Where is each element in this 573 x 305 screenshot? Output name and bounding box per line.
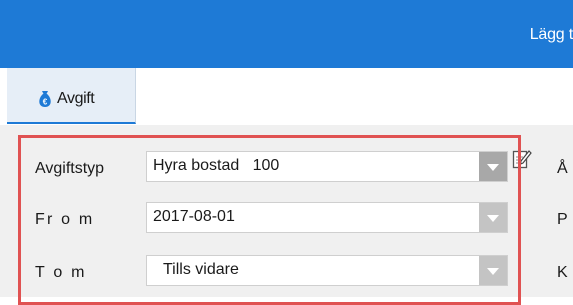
tab-label: Avgift bbox=[57, 90, 95, 107]
money-bag-icon: € bbox=[39, 91, 51, 107]
tab-strip: € Avgift bbox=[0, 68, 573, 125]
side-label-a: Å bbox=[557, 160, 568, 177]
highlight-box bbox=[18, 135, 521, 305]
title-bar: Lägg t bbox=[0, 0, 573, 68]
side-label-p: P bbox=[557, 211, 568, 228]
svg-text:€: € bbox=[43, 98, 48, 107]
side-label-k: K bbox=[557, 264, 568, 281]
tab-avgift[interactable]: € Avgift bbox=[7, 68, 136, 124]
window-title: Lägg t bbox=[529, 26, 573, 43]
